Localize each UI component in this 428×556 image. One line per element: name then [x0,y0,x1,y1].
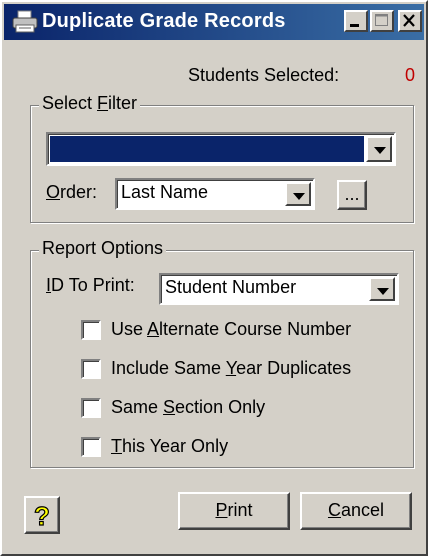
window-title: Duplicate Grade Records [42,10,286,32]
same-section-only-checkbox[interactable] [81,398,101,418]
same-year-duplicates-label: Include Same Year Duplicates [111,358,352,378]
minimize-button[interactable] [344,10,368,32]
report-options-group: Report Options ID To Print: Student Numb… [30,238,414,468]
close-button[interactable] [398,10,422,32]
same-section-only-label: Same Section Only [111,397,266,417]
filter-dropdown[interactable] [46,132,396,166]
filter-dropdown-button[interactable] [366,136,392,162]
maximize-icon [375,14,388,26]
title-bar[interactable]: Duplicate Grade Records [4,4,424,40]
report-options-legend: Report Options [39,238,167,259]
id-to-print-dropdown[interactable]: Student Number [159,273,399,305]
students-selected-label: Students Selected: [188,65,340,85]
id-to-print-label: ID To Print: [46,275,135,295]
same-year-duplicates-checkbox[interactable] [81,359,101,379]
printer-icon [12,10,38,33]
filter-selection [50,136,364,162]
alternate-course-number-checkbox[interactable] [81,320,101,340]
chevron-down-icon [293,193,305,200]
this-year-only-label: This Year Only [111,436,229,456]
select-filter-group: Select Filter Order: Last Name ... [30,93,414,223]
close-icon [403,14,415,27]
print-button[interactable]: Print [178,492,290,530]
order-options-button[interactable]: ... [337,180,367,210]
cancel-button[interactable]: Cancel [300,492,412,530]
students-selected-count: 0 [405,65,416,85]
order-dropdown-button[interactable] [285,182,311,206]
minimize-icon [350,24,359,27]
id-to-print-dropdown-button[interactable] [369,277,395,301]
chevron-down-icon [374,147,386,154]
select-filter-legend: Select Filter [39,93,141,114]
svg-text:?: ? [34,501,50,531]
chevron-down-icon [377,288,389,295]
help-button[interactable]: ? [24,496,60,534]
order-dropdown[interactable]: Last Name [115,178,315,210]
order-label: Order: [46,182,98,202]
dialog-window: Duplicate Grade Records Students Selecte… [0,0,428,556]
alternate-course-number-label: Use Alternate Course Number [111,319,352,339]
this-year-only-checkbox[interactable] [81,437,101,457]
question-mark-icon: ? [33,500,50,531]
maximize-button[interactable] [370,10,394,32]
